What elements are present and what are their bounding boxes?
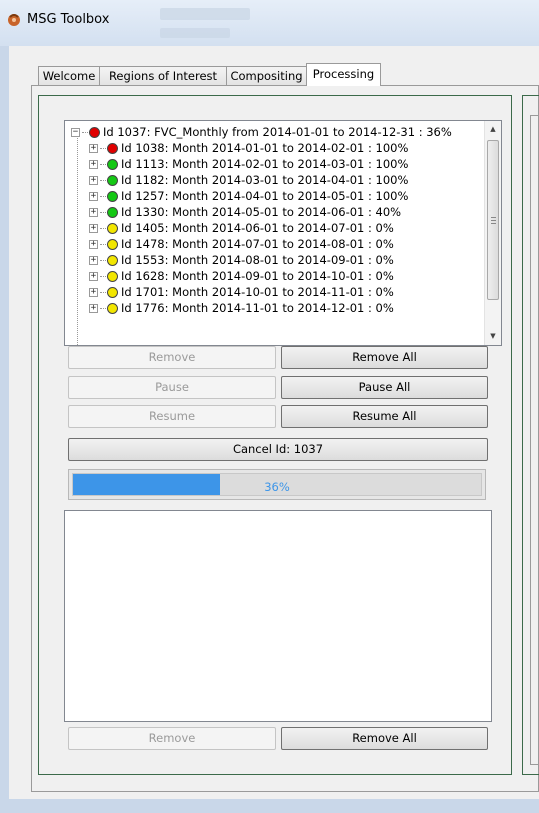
right-inner-panel [530, 115, 539, 765]
log-remove-all-button[interactable]: Remove All [281, 727, 488, 750]
window-title: MSG Toolbox [27, 12, 110, 27]
status-red-icon [107, 143, 118, 154]
status-green-icon [107, 207, 118, 218]
cancel-task-button[interactable]: Cancel Id: 1037 [68, 438, 488, 461]
scroll-up-icon[interactable]: ▲ [485, 121, 501, 138]
status-yellow-icon [107, 303, 118, 314]
tree-child-item[interactable]: + Id 1478: Month 2014-07-01 to 2014-08-01… [89, 236, 394, 252]
tree-connector [100, 244, 106, 245]
tree-child-item[interactable]: + Id 1113: Month 2014-02-01 to 2014-03-01… [89, 156, 408, 172]
tab-welcome[interactable]: Welcome [38, 66, 100, 85]
expand-icon[interactable]: + [89, 288, 98, 297]
grip-line [491, 223, 496, 224]
resume-all-button[interactable]: Resume All [281, 405, 488, 428]
status-yellow-icon [107, 271, 118, 282]
remove-all-button[interactable]: Remove All [281, 346, 488, 369]
tab-compositing[interactable]: Compositing [226, 66, 307, 85]
scroll-down-icon[interactable]: ▼ [485, 328, 501, 345]
scroll-thumb[interactable] [487, 140, 499, 300]
tree-item-label: Id 1257: Month 2014-04-01 to 2014-05-01 … [121, 189, 409, 203]
tree-connector [82, 132, 88, 133]
log-remove-button[interactable]: Remove [68, 727, 276, 750]
status-green-icon [107, 159, 118, 170]
tree-item-label: Id 1037: FVC_Monthly from 2014-01-01 to … [103, 125, 452, 139]
grip-line [491, 220, 496, 221]
tree-child-item[interactable]: + Id 1628: Month 2014-09-01 to 2014-10-01… [89, 268, 394, 284]
status-yellow-icon [107, 239, 118, 250]
status-green-icon [107, 175, 118, 186]
collapse-icon[interactable]: − [71, 128, 80, 137]
tree-scrollbar[interactable]: ▲ ▼ [484, 121, 501, 345]
tree-connector [77, 133, 78, 345]
grip-line [491, 217, 496, 218]
log-text-area[interactable] [64, 510, 492, 722]
expand-icon[interactable]: + [89, 144, 98, 153]
progress-track: 36% [72, 473, 482, 496]
tree-child-item[interactable]: + Id 1776: Month 2014-11-01 to 2014-12-01… [89, 300, 394, 316]
pause-button[interactable]: Pause [68, 376, 276, 399]
tree-connector [100, 212, 106, 213]
tab-regions-of-interest[interactable]: Regions of Interest [99, 66, 227, 85]
tree-connector [100, 260, 106, 261]
status-red-icon [89, 127, 100, 138]
expand-icon[interactable]: + [89, 304, 98, 313]
blurred-taskbar-item [160, 28, 230, 38]
expand-icon[interactable]: + [89, 272, 98, 281]
expand-icon[interactable]: + [89, 240, 98, 249]
status-yellow-icon [107, 287, 118, 298]
status-green-icon [107, 191, 118, 202]
title-bar: MSG Toolbox [0, 0, 539, 46]
resume-button[interactable]: Resume [68, 405, 276, 428]
progress-label: 36% [264, 480, 290, 494]
tree-item-label: Id 1182: Month 2014-03-01 to 2014-04-01 … [121, 173, 409, 187]
tree-item-label: Id 1113: Month 2014-02-01 to 2014-03-01 … [121, 157, 409, 171]
tree-connector [100, 148, 106, 149]
tree-child-item[interactable]: + Id 1405: Month 2014-06-01 to 2014-07-01… [89, 220, 394, 236]
tree-connector [100, 180, 106, 181]
tree-root-item[interactable]: − Id 1037: FVC_Monthly from 2014-01-01 to… [71, 124, 452, 140]
tree-connector [100, 228, 106, 229]
blurred-taskbar-item [160, 8, 250, 20]
expand-icon[interactable]: + [89, 160, 98, 169]
tree-child-item[interactable]: + Id 1330: Month 2014-05-01 to 2014-06-01… [89, 204, 401, 220]
tree-child-item[interactable]: + Id 1038: Month 2014-01-01 to 2014-02-01… [89, 140, 408, 156]
expand-icon[interactable]: + [89, 208, 98, 217]
tree-item-label: Id 1628: Month 2014-09-01 to 2014-10-01 … [121, 269, 394, 283]
expand-icon[interactable]: + [89, 256, 98, 265]
tree-connector [100, 308, 106, 309]
tree-item-label: Id 1776: Month 2014-11-01 to 2014-12-01 … [121, 301, 394, 315]
tree-child-item[interactable]: + Id 1553: Month 2014-08-01 to 2014-09-01… [89, 252, 394, 268]
status-yellow-icon [107, 223, 118, 234]
tree-connector [100, 196, 106, 197]
tab-processing[interactable]: Processing [306, 63, 381, 86]
tree-connector [100, 276, 106, 277]
tree-item-label: Id 1701: Month 2014-10-01 to 2014-11-01 … [121, 285, 394, 299]
app-icon [8, 14, 20, 26]
tree-item-label: Id 1330: Month 2014-05-01 to 2014-06-01 … [121, 205, 402, 219]
expand-icon[interactable]: + [89, 176, 98, 185]
expand-icon[interactable]: + [89, 192, 98, 201]
tree-connector [100, 292, 106, 293]
window-bottom-border [0, 799, 539, 813]
remove-button[interactable]: Remove [68, 346, 276, 369]
tree-item-label: Id 1405: Month 2014-06-01 to 2014-07-01 … [121, 221, 394, 235]
tree-connector [100, 164, 106, 165]
progress-bar: 36% [68, 469, 486, 500]
task-tree[interactable]: − Id 1037: FVC_Monthly from 2014-01-01 to… [64, 120, 502, 346]
tree-item-label: Id 1478: Month 2014-07-01 to 2014-08-01 … [121, 237, 394, 251]
tree-child-item[interactable]: + Id 1701: Month 2014-10-01 to 2014-11-01… [89, 284, 394, 300]
tree-child-item[interactable]: + Id 1257: Month 2014-04-01 to 2014-05-01… [89, 188, 408, 204]
expand-icon[interactable]: + [89, 224, 98, 233]
pause-all-button[interactable]: Pause All [281, 376, 488, 399]
window-border [0, 46, 9, 799]
tree-child-item[interactable]: + Id 1182: Month 2014-03-01 to 2014-04-01… [89, 172, 408, 188]
tree-item-label: Id 1553: Month 2014-08-01 to 2014-09-01 … [121, 253, 394, 267]
tree-item-label: Id 1038: Month 2014-01-01 to 2014-02-01 … [121, 141, 409, 155]
status-yellow-icon [107, 255, 118, 266]
